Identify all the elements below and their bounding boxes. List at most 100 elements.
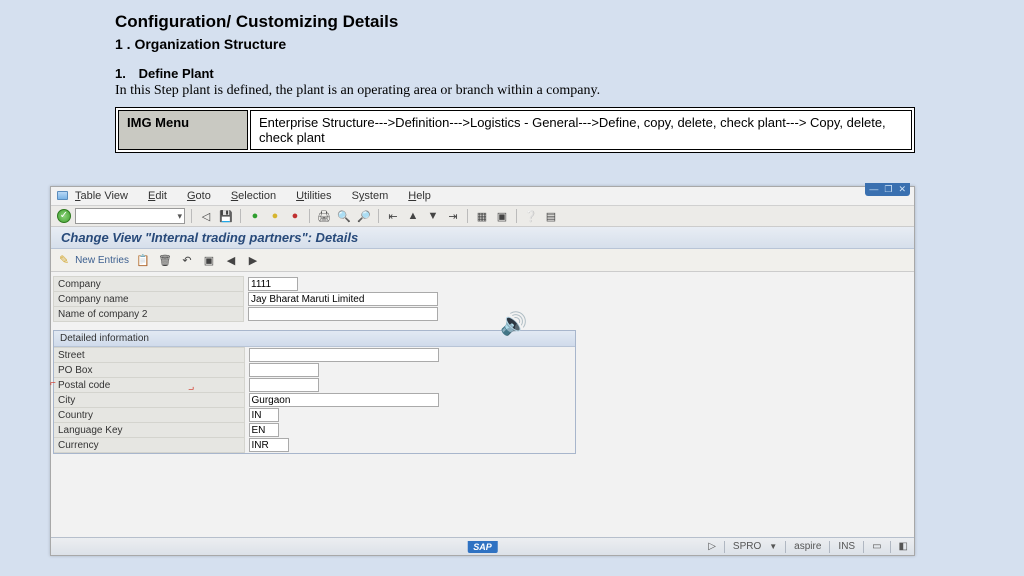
- toolbar-separator: [378, 209, 379, 223]
- back-icon[interactable]: ◁: [198, 208, 214, 224]
- first-page-icon[interactable]: ⇤: [385, 208, 401, 224]
- img-menu-table: IMG Menu Enterprise Structure--->Definit…: [115, 107, 915, 153]
- menu-utilities[interactable]: Utilities: [296, 190, 331, 202]
- detailed-info-header: Detailed information: [54, 331, 575, 347]
- country-label: Country: [54, 408, 244, 423]
- sap-system-toolbar: ✓ ▾ ◁ 💾 ● ● ● 🖨 🔍 🔎 ⇤ ▲ ▼ ⇥ ▦ ▣ ❔ ▤: [51, 206, 914, 227]
- next-page-icon[interactable]: ▼: [425, 208, 441, 224]
- detail-form: Street PO Box Postal code ⌐ ⌐ City: [54, 347, 443, 453]
- window-controls: — ❐ ✕: [865, 183, 910, 196]
- img-menu-label: IMG Menu: [118, 110, 248, 150]
- status-separator: [890, 541, 891, 553]
- header-form: Company Company name Name of company 2: [53, 276, 443, 322]
- street-field[interactable]: [249, 348, 439, 362]
- pobox-field[interactable]: [249, 363, 319, 377]
- toolbar-separator: [309, 209, 310, 223]
- street-label: Street: [54, 348, 244, 363]
- menu-system[interactable]: System: [352, 190, 389, 202]
- doc-step-desc: In this Step plant is defined, the plant…: [115, 83, 974, 99]
- find-icon[interactable]: 🔍: [336, 208, 352, 224]
- postal-label: Postal code ⌐ ⌐: [54, 378, 244, 393]
- prev-page-icon[interactable]: ▲: [405, 208, 421, 224]
- required-mark-icon: ⌐: [186, 382, 194, 394]
- name2-field[interactable]: [248, 307, 438, 321]
- menu-table-view[interactable]: Table View: [75, 190, 128, 202]
- shortcut-icon[interactable]: ▣: [494, 208, 510, 224]
- sap-statusbar: SAP ▷ SPRO ▼ aspire INS ▭ ◧: [51, 537, 914, 555]
- status-screen-icon[interactable]: ▭: [872, 541, 881, 552]
- currency-field[interactable]: [249, 438, 289, 452]
- company-name-field[interactable]: [248, 292, 438, 306]
- doc-step-title: 1. Define Plant: [115, 66, 974, 81]
- exit-yellow-icon[interactable]: ●: [267, 208, 283, 224]
- language-field[interactable]: [249, 423, 279, 437]
- status-mode: INS: [838, 541, 855, 552]
- close-icon[interactable]: ✕: [898, 184, 906, 195]
- next-entry-icon[interactable]: ▶: [245, 252, 261, 268]
- company-label: Company: [54, 277, 244, 292]
- sap-session-icon[interactable]: [57, 191, 68, 200]
- delete-icon[interactable]: 🗑: [157, 252, 173, 268]
- layout-icon[interactable]: ▤: [543, 208, 559, 224]
- help-icon[interactable]: ❔: [523, 208, 539, 224]
- city-field[interactable]: [249, 393, 439, 407]
- enter-icon[interactable]: ✓: [57, 209, 71, 223]
- sap-gui-window: — ❐ ✕ Table View Edit Goto Selection Uti…: [50, 186, 915, 556]
- doc-title: Configuration/ Customizing Details: [115, 12, 974, 32]
- command-field[interactable]: ▾: [75, 208, 185, 224]
- undo-change-icon[interactable]: ↶: [179, 252, 195, 268]
- cancel-red-icon[interactable]: ●: [287, 208, 303, 224]
- doc-subtitle: 1 . Organization Structure: [115, 36, 974, 52]
- save-icon[interactable]: 💾: [218, 208, 234, 224]
- last-page-icon[interactable]: ⇥: [445, 208, 461, 224]
- copy-as-icon[interactable]: 📋: [135, 252, 151, 268]
- new-entries-button[interactable]: New Entries: [75, 255, 129, 266]
- sap-app-toolbar: ✎ New Entries 📋 🗑 ↶ ▣ ◀ ▶: [51, 249, 914, 272]
- status-tcode: SPRO: [733, 541, 761, 552]
- back-green-icon[interactable]: ●: [247, 208, 263, 224]
- status-separator: [829, 541, 830, 553]
- step-number: 1.: [115, 66, 135, 81]
- print-icon[interactable]: 🖨: [316, 208, 332, 224]
- name2-label: Name of company 2: [54, 307, 244, 322]
- currency-label: Currency: [54, 438, 244, 453]
- status-separator: [863, 541, 864, 553]
- status-client: aspire: [794, 541, 821, 552]
- detailed-info-group: Detailed information Street PO Box Posta…: [53, 330, 576, 454]
- status-connection-icon[interactable]: ◧: [899, 541, 908, 552]
- menu-goto[interactable]: Goto: [187, 190, 211, 202]
- img-menu-path: Enterprise Structure--->Definition--->Lo…: [250, 110, 912, 150]
- toolbar-separator: [240, 209, 241, 223]
- sap-menubar: Table View Edit Goto Selection Utilities…: [51, 187, 914, 206]
- prev-entry-icon[interactable]: ◀: [223, 252, 239, 268]
- display-change-icon[interactable]: ✎: [59, 253, 69, 267]
- select-all-icon[interactable]: ▣: [201, 252, 217, 268]
- pobox-label: PO Box: [54, 363, 244, 378]
- postal-field[interactable]: [249, 378, 319, 392]
- required-mark-icon: ⌐: [50, 378, 58, 390]
- language-label: Language Key: [54, 423, 244, 438]
- sap-view-title: Change View "Internal trading partners":…: [51, 227, 914, 249]
- new-session-icon[interactable]: ▦: [474, 208, 490, 224]
- status-separator: [785, 541, 786, 553]
- sap-logo: SAP: [467, 541, 498, 553]
- menu-help[interactable]: Help: [408, 190, 431, 202]
- step-title: Define Plant: [139, 66, 214, 81]
- maximize-icon[interactable]: ❐: [884, 184, 892, 195]
- status-separator: [724, 541, 725, 553]
- country-field[interactable]: [249, 408, 279, 422]
- minimize-icon[interactable]: —: [869, 184, 878, 195]
- status-play-icon[interactable]: ▷: [708, 541, 716, 552]
- menu-edit[interactable]: Edit: [148, 190, 167, 202]
- toolbar-separator: [191, 209, 192, 223]
- sap-body: Company Company name Name of company 2 D…: [51, 272, 914, 550]
- speaker-icon[interactable]: 🔊: [500, 311, 527, 337]
- document-header: Configuration/ Customizing Details 1 . O…: [0, 0, 1024, 153]
- city-label: City: [54, 393, 244, 408]
- find-next-icon[interactable]: 🔎: [356, 208, 372, 224]
- toolbar-separator: [467, 209, 468, 223]
- menu-selection[interactable]: Selection: [231, 190, 276, 202]
- company-name-label: Company name: [54, 292, 244, 307]
- company-field[interactable]: [248, 277, 298, 291]
- status-dropdown-icon[interactable]: ▼: [769, 542, 777, 551]
